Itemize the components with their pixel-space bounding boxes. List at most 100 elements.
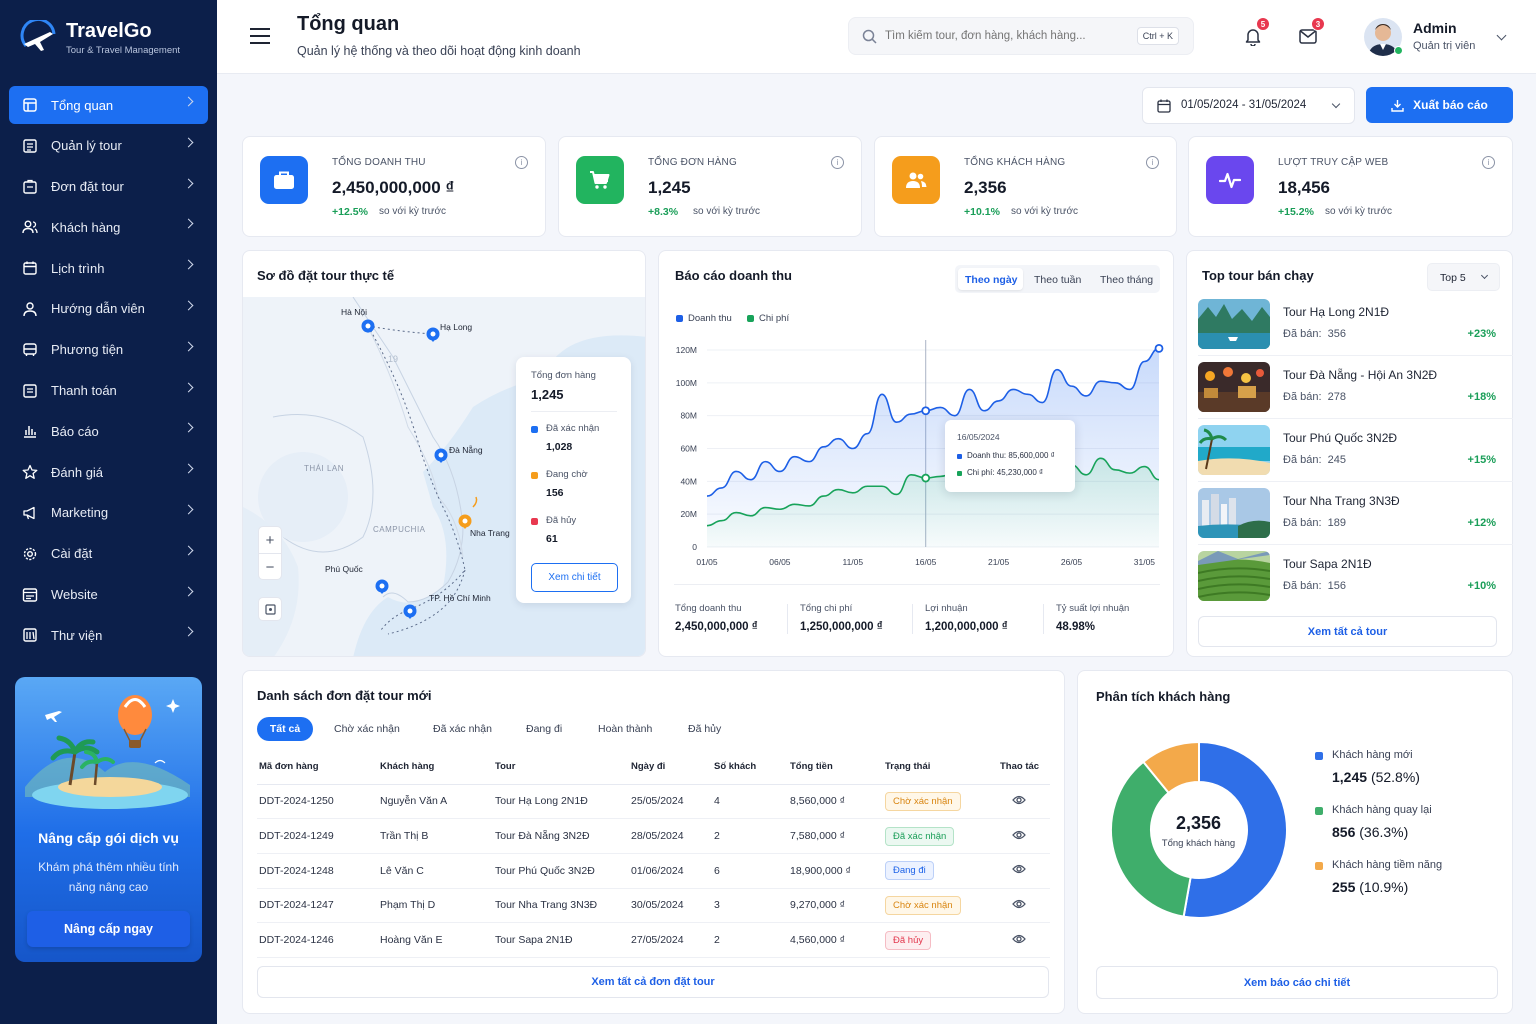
chevron-right-icon — [183, 382, 194, 393]
top-tour-item[interactable]: Tour Phú Quốc 3N2Đ Đã bán: 245 +15% — [1198, 425, 1513, 488]
customers-icon — [22, 219, 38, 235]
cell-id[interactable]: DDT-2024-1246 — [257, 922, 380, 958]
chart-tooltip: 16/05/2024 Doanh thu: 85,600,000 ₫ Chi p… — [945, 420, 1075, 492]
messages-button[interactable]: 3 — [1299, 17, 1325, 47]
view-all-tours-button[interactable]: Xem tất cả tour — [1198, 616, 1497, 647]
sidebar: TravelGo Tour & Travel Management Tổng q… — [0, 0, 217, 1024]
sidebar-item-label: Hướng dẫn viên — [51, 301, 145, 317]
sidebar-item-0[interactable]: Tổng quan — [9, 86, 208, 124]
top-filter-select[interactable]: Top 5 — [1427, 263, 1500, 291]
logo[interactable]: TravelGo Tour & Travel Management — [20, 20, 180, 56]
sidebar-item-9[interactable]: Đánh giá — [9, 453, 208, 491]
cell-customer: Trần Thị B — [380, 818, 495, 854]
tab-week[interactable]: Theo tuần — [1034, 274, 1081, 286]
island-illustration — [25, 695, 190, 809]
sidebar-item-8[interactable]: Báo cáo — [9, 412, 208, 450]
order-tab-3[interactable]: Đang đi — [526, 723, 562, 735]
view-eye-icon[interactable] — [1012, 865, 1026, 877]
sidebar-item-1[interactable]: Quản lý tour — [9, 127, 208, 165]
tour-name: Tour Hạ Long 2N1Đ — [1283, 305, 1390, 319]
map-label-danang: Đà Nẵng — [449, 445, 483, 455]
tour-thumbnail — [1198, 488, 1270, 538]
stat-change: +15.2% — [1278, 206, 1314, 218]
cell-tour: Tour Nha Trang 3N3Đ — [495, 888, 631, 924]
view-eye-icon[interactable] — [1012, 795, 1026, 808]
search-input[interactable] — [885, 27, 1115, 45]
cell-id[interactable]: DDT-2024-1247 — [257, 888, 380, 924]
sold-label: Đã bán: — [1283, 454, 1322, 466]
table-row[interactable]: DDT-2024-1249 Trần Thị B Tour Đà Nẵng 3N2Đ… — [257, 818, 1050, 854]
order-tab-1[interactable]: Chờ xác nhận — [334, 723, 400, 735]
top-tour-item[interactable]: Tour Sapa 2N1Đ Đã bán: 156 +10% — [1198, 551, 1513, 614]
top-tour-item[interactable]: Tour Hạ Long 2N1Đ Đã bán: 356 +23% — [1198, 299, 1513, 362]
view-detailed-report-button[interactable]: Xem báo cáo chi tiết — [1096, 966, 1498, 999]
top-tour-item[interactable]: Tour Nha Trang 3N3Đ Đã bán: 189 +12% — [1198, 488, 1513, 551]
sidebar-item-4[interactable]: Lịch trình — [9, 249, 208, 287]
revenue-chart[interactable]: 120M 100M 80M 60M 40M 20M 0 01/05 06/05 11/05 16/0… — [659, 336, 1175, 571]
upgrade-button[interactable]: Nâng cấp ngay — [27, 911, 190, 947]
notification-button[interactable]: 5 — [1244, 17, 1270, 49]
x-tick-label: 06/05 — [769, 557, 791, 567]
order-tab-0[interactable]: Tất cả — [257, 717, 313, 741]
table-row[interactable]: DDT-2024-1248 Lê Văn C Tour Phú Quốc 3N2Đ 0… — [257, 853, 1050, 889]
sidebar-item-6[interactable]: Phương tiện — [9, 331, 208, 369]
info-icon[interactable]: i — [515, 156, 528, 169]
segment-value-row: 255 (10.9%) — [1332, 879, 1408, 895]
order-summary-panel: Tổng đơn hàng 1,245 Xem chi tiết Đã xác … — [516, 357, 631, 603]
map-label-thailan: THÁI LAN — [304, 464, 345, 473]
tour-list-icon — [22, 138, 38, 154]
menu-toggle-icon[interactable] — [250, 28, 270, 44]
sold-count: 189 — [1327, 517, 1347, 529]
table-row[interactable]: DDT-2024-1250 Nguyễn Văn A Tour Hạ Long 2N… — [257, 784, 1050, 820]
tab-day[interactable]: Theo ngày — [965, 274, 1018, 286]
bus-icon — [22, 342, 38, 358]
view-details-button[interactable]: Xem chi tiết — [531, 563, 618, 592]
total-divider — [787, 604, 788, 634]
cell-id[interactable]: DDT-2024-1248 — [257, 853, 380, 889]
sidebar-item-3[interactable]: Khách hàng — [9, 208, 208, 246]
app-name: TravelGo — [66, 20, 152, 42]
order-tab-4[interactable]: Hoàn thành — [598, 723, 652, 735]
tab-month[interactable]: Theo tháng — [1100, 274, 1153, 286]
view-all-orders-button[interactable]: Xem tất cả đơn đặt tour — [257, 966, 1049, 998]
view-eye-icon[interactable] — [1012, 830, 1026, 843]
order-tab-5[interactable]: Đã hủy — [688, 723, 721, 735]
legend-cost-swatch — [747, 315, 754, 322]
summary-total-value: 1,245 — [531, 387, 564, 402]
view-eye-icon[interactable] — [1012, 899, 1026, 912]
view-eye-icon[interactable] — [1012, 934, 1026, 947]
sidebar-item-11[interactable]: Cài đặt — [9, 535, 208, 573]
info-icon[interactable]: i — [1146, 156, 1159, 169]
user-menu-chevron-icon[interactable] — [1496, 30, 1507, 41]
sidebar-item-7[interactable]: Thanh toán — [9, 372, 208, 410]
sidebar-item-2[interactable]: Đơn đặt tour — [9, 168, 208, 206]
top-tour-item[interactable]: Tour Đà Nẵng - Hội An 3N2Đ Đã bán: 278 +18… — [1198, 362, 1513, 425]
segment-value: 1,245 — [1332, 769, 1368, 785]
calendar-icon — [22, 260, 38, 276]
map-locate-button[interactable] — [258, 597, 282, 621]
info-icon[interactable]: i — [1482, 156, 1495, 169]
cell-tour: Tour Hạ Long 2N1Đ — [495, 784, 631, 820]
table-row[interactable]: DDT-2024-1246 Hoàng Văn E Tour Sapa 2N1Đ 27… — [257, 922, 1050, 958]
zoom-in-button[interactable]: + — [259, 527, 281, 554]
sidebar-item-13[interactable]: Thư viện — [9, 616, 208, 654]
star-icon — [22, 464, 38, 480]
zoom-out-button[interactable]: − — [259, 554, 281, 580]
tour-growth: +18% — [1467, 391, 1496, 403]
stat-label: TỔNG DOANH THU — [332, 157, 426, 168]
cell-id[interactable]: DDT-2024-1250 — [257, 784, 380, 820]
sidebar-item-5[interactable]: Hướng dẫn viên — [9, 290, 208, 328]
tooltip-cost: Chi phí: 45,230,000 ₫ — [967, 468, 1044, 477]
user-name[interactable]: Admin — [1413, 20, 1457, 36]
order-tab-2[interactable]: Đã xác nhận — [433, 723, 492, 735]
sidebar-item-10[interactable]: Marketing — [9, 494, 208, 532]
table-row[interactable]: DDT-2024-1247 Phạm Thị D Tour Nha Trang 3N… — [257, 888, 1050, 924]
sidebar-item-12[interactable]: Website — [9, 576, 208, 614]
sidebar-item-label: Khách hàng — [51, 219, 121, 235]
export-report-button[interactable]: Xuất báo cáo — [1366, 87, 1513, 123]
search-box[interactable]: Ctrl + K — [848, 17, 1194, 55]
info-icon[interactable]: i — [831, 156, 844, 169]
date-range-picker[interactable]: 01/05/2024 - 31/05/2024 — [1142, 87, 1355, 124]
cell-id[interactable]: DDT-2024-1249 — [257, 818, 380, 854]
column-header: Khách hàng — [380, 750, 495, 785]
